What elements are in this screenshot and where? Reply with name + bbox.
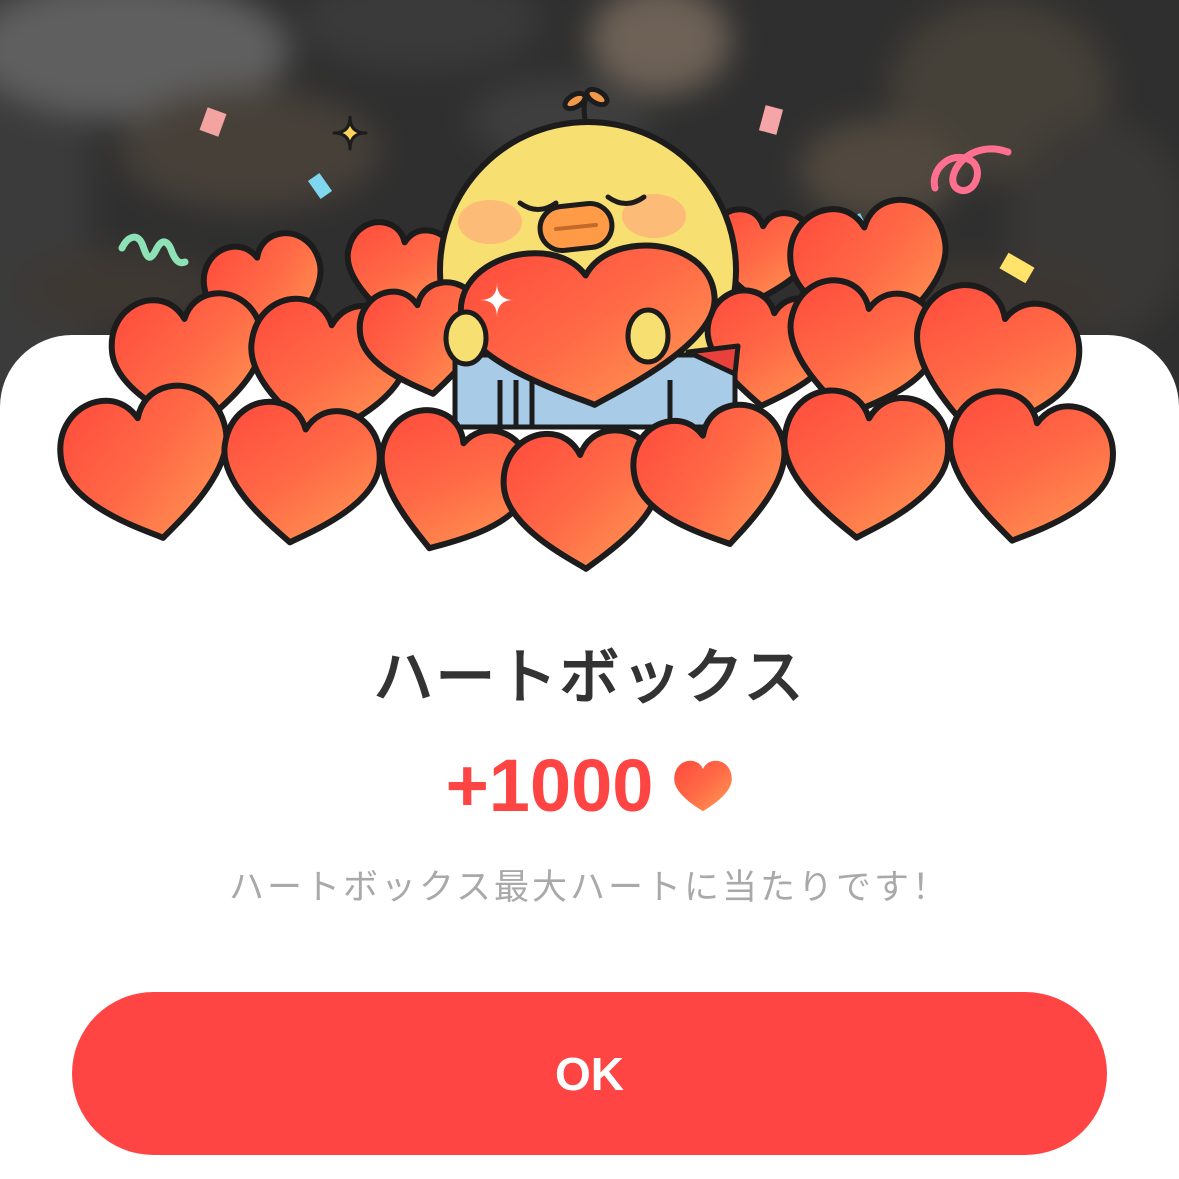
reward-amount-row: +1000: [0, 744, 1179, 828]
chick-hand-right: [625, 307, 671, 365]
ok-button[interactable]: OK: [72, 992, 1107, 1155]
confetti-piece: [307, 172, 333, 200]
reward-amount: +1000: [445, 744, 654, 827]
heart-illustration: [932, 383, 1122, 558]
reward-message: ハートボックス最大ハートに当たりです！: [229, 868, 950, 908]
heart-box-result-screen: ハートボックス +1000 ハートボックス最大ハートに当たりです！ OK: [0, 0, 1179, 1179]
confetti-piece: [930, 145, 1012, 194]
heart-icon: [674, 760, 733, 812]
dialog-title: ハートボックス: [373, 643, 806, 713]
heart-illustration: [775, 386, 953, 546]
heart-illustration: [51, 377, 245, 555]
confetti-piece: [999, 252, 1035, 284]
heart-box-illustration: [0, 86, 1179, 600]
confetti-piece: [118, 233, 189, 267]
sparkle-icon: [332, 115, 368, 151]
confetti-piece: [758, 105, 784, 135]
confetti-piece: [199, 107, 227, 137]
heart-illustration: [213, 396, 386, 553]
chick-hand-left: [443, 309, 489, 367]
